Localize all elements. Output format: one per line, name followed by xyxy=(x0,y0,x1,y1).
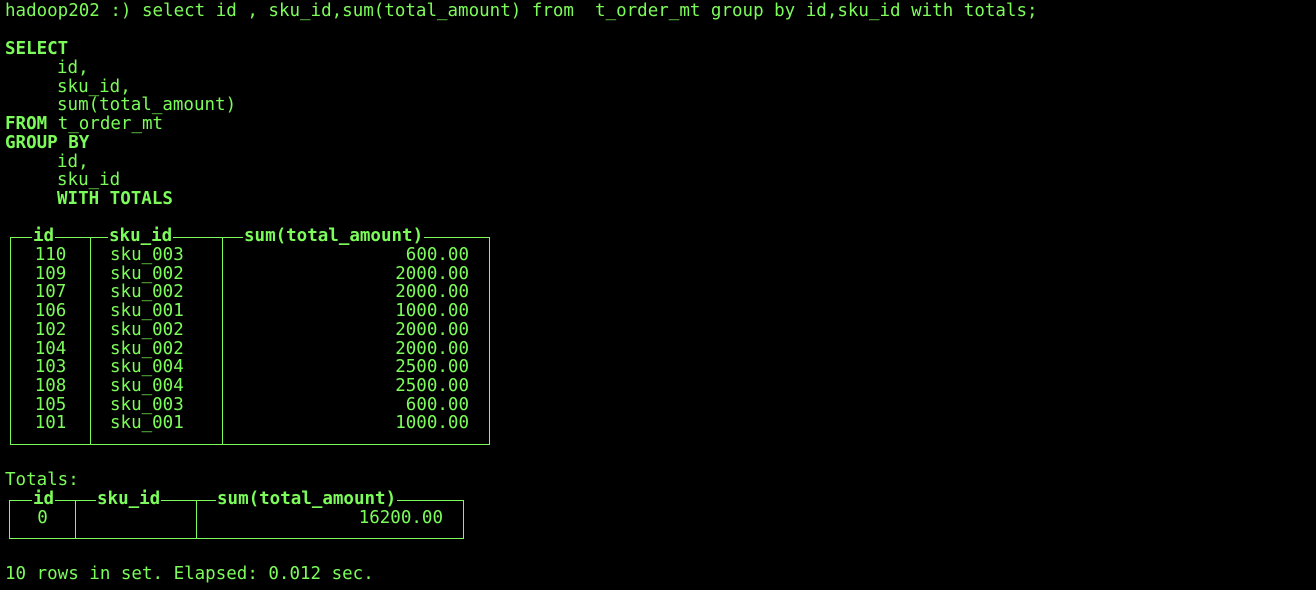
totals-label: Totals: xyxy=(5,470,79,490)
command-text: select id , sku_id,sum(total_amount) fro… xyxy=(141,1,1038,21)
cell-sum: 600.00 xyxy=(405,245,469,265)
cell-sum: 600.00 xyxy=(405,394,469,415)
cell-id: 109 xyxy=(34,263,67,284)
cell-sum: 2000.00 xyxy=(395,319,469,340)
totals-cell-sum: 16200.00 xyxy=(358,508,443,528)
from-clause: FROM t_order_mt xyxy=(5,115,163,134)
cell-sum: 1000.00 xyxy=(395,301,469,322)
terminal-window[interactable]: hadoop202 :) select id , sku_id,sum(tota… xyxy=(0,0,1316,590)
header-sum-total-amount: sum(total_amount) xyxy=(243,226,425,246)
header-sku-id: sku_id xyxy=(108,226,174,246)
group-column: id, xyxy=(57,151,89,172)
cell-sku-id: sku_004 xyxy=(110,375,184,396)
prompt: hadoop202 :) xyxy=(5,1,132,21)
cell-id: 102 xyxy=(34,319,67,340)
cell-sku-id: sku_003 xyxy=(110,394,184,415)
totals-cell-id: 0 xyxy=(37,508,48,528)
group-by-keyword: GROUP BY xyxy=(5,133,90,153)
cell-id: 110 xyxy=(34,245,67,265)
cell-sum: 2000.00 xyxy=(395,282,469,303)
select-column: id, xyxy=(57,58,89,78)
totals-header-sum: sum(total_amount) xyxy=(216,489,398,509)
cell-sku-id: sku_002 xyxy=(110,282,184,303)
cell-id: 106 xyxy=(34,301,67,322)
select-column: sum(total_amount) xyxy=(57,95,237,115)
command-line: hadoop202 :) select id , sku_id,sum(tota… xyxy=(5,2,1038,21)
cell-id: 101 xyxy=(34,413,67,434)
select-keyword: SELECT xyxy=(5,39,69,59)
totals-header-id: id xyxy=(32,489,56,509)
cell-sum: 2000.00 xyxy=(395,338,469,359)
cell-id: 108 xyxy=(34,375,67,396)
cell-id: 104 xyxy=(34,338,67,359)
cell-id: 107 xyxy=(34,282,67,303)
from-table: t_order_mt xyxy=(57,114,164,134)
cell-sku-id: sku_001 xyxy=(110,413,184,434)
cell-sum: 2500.00 xyxy=(395,357,469,378)
cell-sku-id: sku_004 xyxy=(110,357,184,378)
totals-header-sku-id: sku_id xyxy=(96,489,162,509)
status-line: 10 rows in set. Elapsed: 0.012 sec. xyxy=(5,564,374,584)
from-keyword: FROM xyxy=(5,114,48,134)
cell-sku-id: sku_002 xyxy=(110,319,184,340)
cell-sku-id: sku_002 xyxy=(110,338,184,359)
cell-sum: 2500.00 xyxy=(395,375,469,396)
select-column: sku_id, xyxy=(57,76,131,97)
header-id: id xyxy=(32,226,56,246)
cell-sum: 2000.00 xyxy=(395,263,469,284)
with-totals-keyword: WITH TOTALS xyxy=(57,189,173,209)
cell-sku-id: sku_001 xyxy=(110,301,184,322)
column-divider xyxy=(90,237,91,445)
column-divider xyxy=(75,500,76,539)
cell-id: 105 xyxy=(34,394,67,415)
cell-sku-id: sku_003 xyxy=(110,245,184,265)
cell-sum: 1000.00 xyxy=(395,413,469,434)
cell-sku-id: sku_002 xyxy=(110,263,184,284)
cell-id: 103 xyxy=(34,357,67,378)
group-column: sku_id xyxy=(57,170,121,190)
